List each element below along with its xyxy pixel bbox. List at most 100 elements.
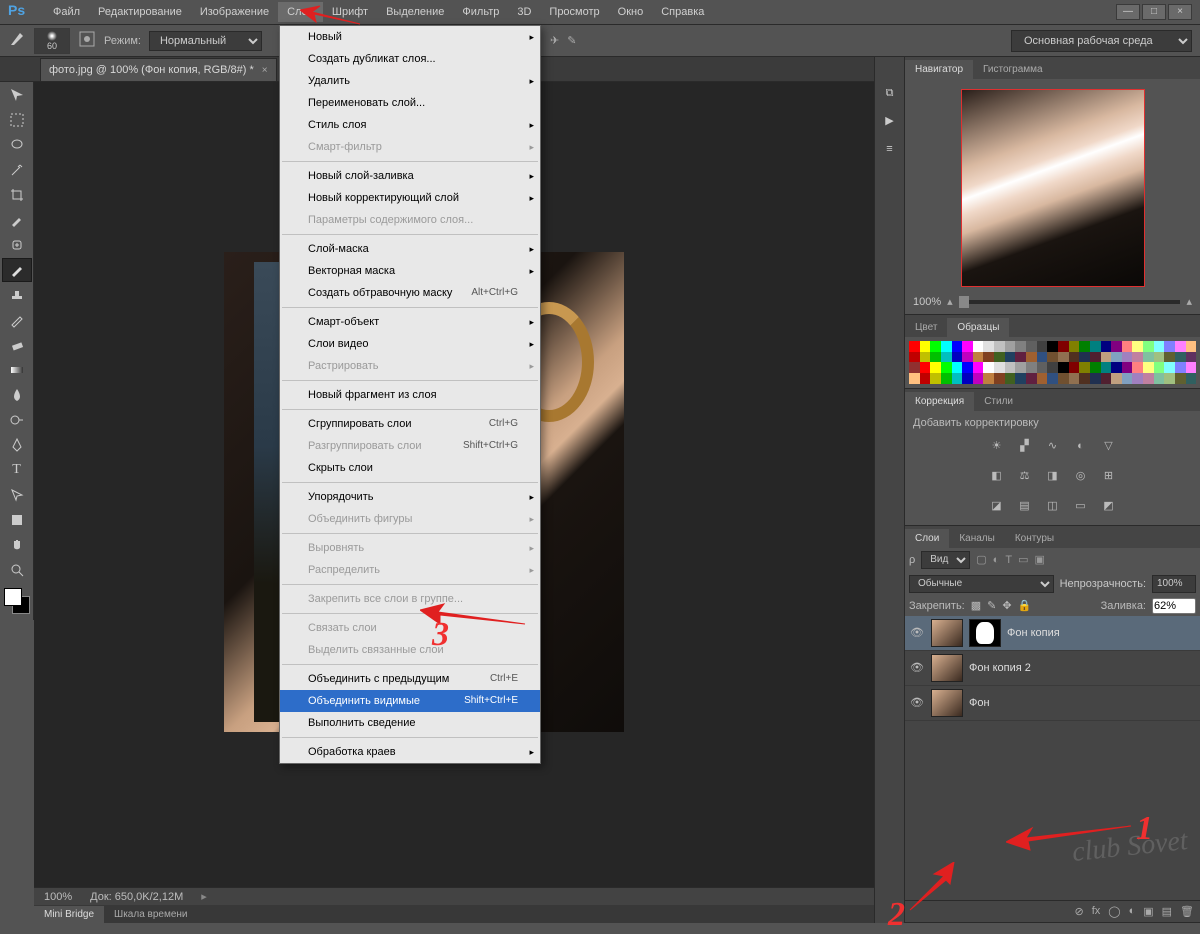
menu-item[interactable]: Выполнить сведение (280, 712, 540, 734)
swatch[interactable] (1005, 362, 1016, 373)
swatch[interactable] (1047, 362, 1058, 373)
swatch[interactable] (952, 341, 963, 352)
wand-tool[interactable] (2, 158, 32, 182)
swatch[interactable] (1186, 362, 1197, 373)
swatch[interactable] (1122, 341, 1133, 352)
layer-name[interactable]: Фон (969, 697, 1196, 709)
menu-окно[interactable]: Окно (609, 2, 653, 22)
swatch[interactable] (983, 352, 994, 363)
close-icon[interactable]: × (262, 65, 268, 76)
navigator-zoom-value[interactable]: 100% (913, 296, 941, 308)
balance-icon[interactable]: ⚖ (1016, 467, 1034, 485)
swatch[interactable] (930, 341, 941, 352)
swatch[interactable] (1111, 341, 1122, 352)
swatch[interactable] (920, 373, 931, 384)
menu-item[interactable]: Слои видео (280, 333, 540, 355)
layer-mask-thumbnail[interactable] (969, 619, 1001, 647)
filter-smart-icon[interactable]: ▣ (1034, 553, 1044, 566)
filter-pixel-icon[interactable]: ▢ (976, 553, 986, 566)
tab-paths[interactable]: Контуры (1005, 529, 1064, 548)
menu-слои[interactable]: Слои (278, 2, 323, 22)
menu-item[interactable]: Смарт-объект (280, 311, 540, 333)
swatch[interactable] (1175, 362, 1186, 373)
swatch[interactable] (1132, 352, 1143, 363)
shape-tool[interactable] (2, 508, 32, 532)
history-brush-tool[interactable] (2, 308, 32, 332)
layer-thumbnail[interactable] (931, 619, 963, 647)
brush-panel-icon[interactable] (78, 30, 96, 51)
swatch[interactable] (1015, 352, 1026, 363)
swatch[interactable] (1101, 352, 1112, 363)
menu-файл[interactable]: Файл (44, 2, 89, 22)
properties-icon[interactable]: ≡ (878, 137, 902, 161)
swatch[interactable] (994, 362, 1005, 373)
menu-item[interactable]: Новый (280, 26, 540, 48)
swatch[interactable] (941, 341, 952, 352)
invert-icon[interactable]: ◪ (988, 497, 1006, 515)
healing-tool[interactable] (2, 233, 32, 257)
menu-шрифт[interactable]: Шрифт (323, 2, 377, 22)
tablet-pressure-icon[interactable]: ✎ (567, 34, 576, 47)
swatch[interactable] (1005, 352, 1016, 363)
curves-icon[interactable]: ∿ (1044, 437, 1062, 455)
menu-item[interactable]: Стиль слоя (280, 114, 540, 136)
swatch[interactable] (1058, 373, 1069, 384)
new-fill-icon[interactable]: ◐ (1129, 905, 1136, 918)
layer-name[interactable]: Фон копия (1007, 627, 1196, 639)
brush-preset-picker[interactable]: 60 (34, 28, 70, 54)
gradient-tool[interactable] (2, 358, 32, 382)
close-button[interactable]: × (1168, 4, 1192, 20)
menu-item[interactable]: Удалить (280, 70, 540, 92)
stamp-tool[interactable] (2, 283, 32, 307)
swatch[interactable] (1154, 373, 1165, 384)
tab-channels[interactable]: Каналы (949, 529, 1005, 548)
tool-preset-icon[interactable] (8, 30, 26, 51)
swatch[interactable] (1175, 373, 1186, 384)
swatch[interactable] (1058, 362, 1069, 373)
swatch[interactable] (1037, 352, 1048, 363)
add-mask-icon[interactable]: ◯ (1108, 905, 1120, 918)
swatch[interactable] (1186, 373, 1197, 384)
eyedropper-tool[interactable] (2, 208, 32, 232)
fill-input[interactable] (1152, 598, 1196, 614)
fx-icon[interactable]: fx (1092, 905, 1101, 918)
swatch[interactable] (1186, 352, 1197, 363)
swatch[interactable] (962, 352, 973, 363)
zoom-level[interactable]: 100% (44, 891, 72, 903)
swatch[interactable] (1175, 352, 1186, 363)
lock-position-icon[interactable]: ✥ (1002, 599, 1011, 612)
swatch[interactable] (1132, 373, 1143, 384)
menu-item[interactable]: Сгруппировать слоиCtrl+G (280, 413, 540, 435)
swatch[interactable] (1079, 362, 1090, 373)
swatch[interactable] (1047, 341, 1058, 352)
swatch[interactable] (1047, 352, 1058, 363)
swatch[interactable] (1132, 341, 1143, 352)
menu-item[interactable]: Скрыть слои (280, 457, 540, 479)
exposure-icon[interactable]: ◐ (1072, 437, 1090, 455)
swatch[interactable] (909, 362, 920, 373)
new-layer-icon[interactable]: ▤ (1162, 905, 1172, 918)
swatch[interactable] (1101, 373, 1112, 384)
swatch[interactable] (1143, 373, 1154, 384)
hand-tool[interactable] (2, 533, 32, 557)
crop-tool[interactable] (2, 183, 32, 207)
swatch[interactable] (1037, 341, 1048, 352)
swatch[interactable] (973, 362, 984, 373)
selective-color-icon[interactable]: ◩ (1100, 497, 1118, 515)
swatch[interactable] (1090, 373, 1101, 384)
vibrance-icon[interactable]: ▽ (1100, 437, 1118, 455)
swatch[interactable] (1069, 373, 1080, 384)
menu-item[interactable]: Обработка краев (280, 741, 540, 763)
tab-styles[interactable]: Стили (974, 392, 1023, 411)
swatch[interactable] (1015, 373, 1026, 384)
swatch[interactable] (1079, 352, 1090, 363)
swatch[interactable] (973, 341, 984, 352)
layer-row[interactable]: 👁 Фон (905, 686, 1200, 721)
path-select-tool[interactable] (2, 483, 32, 507)
swatch[interactable] (909, 373, 920, 384)
swatch[interactable] (962, 362, 973, 373)
delete-layer-icon[interactable]: 🗑 (1180, 905, 1194, 918)
visibility-icon[interactable]: 👁 (909, 696, 925, 709)
swatch[interactable] (941, 362, 952, 373)
maximize-button[interactable]: □ (1142, 4, 1166, 20)
